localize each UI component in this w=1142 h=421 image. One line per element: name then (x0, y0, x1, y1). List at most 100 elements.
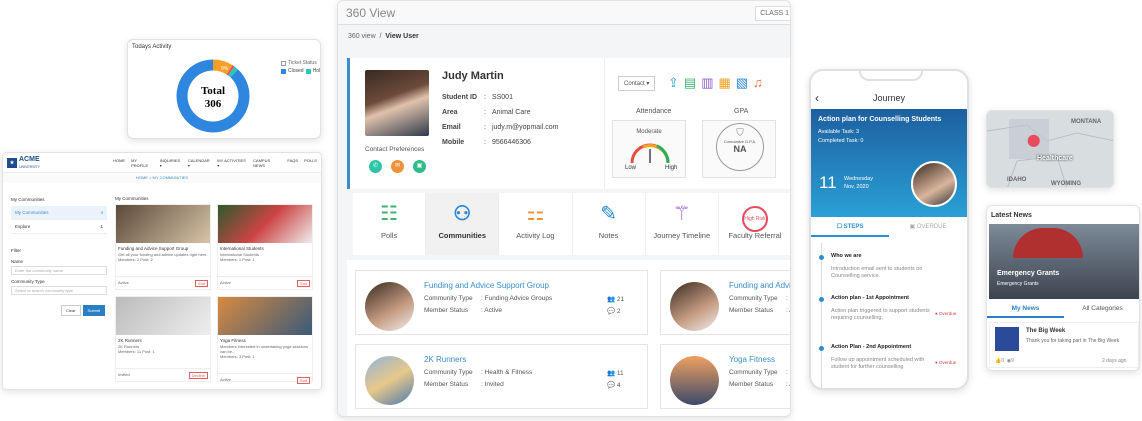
community-image (116, 297, 210, 335)
community-action-button[interactable]: Exit (297, 280, 310, 287)
notes-icon[interactable]: ▦ (719, 76, 731, 89)
legend-label: Hold (312, 68, 321, 74)
community-action-button[interactable]: Exit (195, 280, 208, 287)
tab-icon: ⚚ (672, 203, 691, 225)
tab-polls[interactable]: ☷ Polls (353, 193, 427, 255)
field-value: : Active (786, 381, 790, 388)
tab-my-news[interactable]: My News (987, 300, 1064, 318)
community-row[interactable]: Funding and Advice Support Group Communit… (660, 270, 790, 335)
step-desc: Follow up appointment scheduled with stu… (831, 357, 925, 370)
community-row[interactable]: Funding and Advice Support Group Communit… (355, 270, 648, 335)
community-meta: Members: 3 Post: 1 (220, 354, 255, 359)
profile-field: Student ID: SS001 (442, 94, 513, 101)
tab-activity-log[interactable]: ⚏ Activity Log (499, 193, 573, 255)
step-dot (819, 346, 824, 351)
news-card: Latest News Emergency Grants Emergency G… (986, 205, 1140, 371)
action-icons: ⇪ ▤ ▥ ▦ ▧ ♫ (668, 76, 763, 89)
tab-overdue[interactable]: ▣ OVERDUE (889, 217, 967, 237)
nav-item[interactable]: MY ACTIVITIES ▾ (217, 158, 247, 168)
tab-faculty-referral[interactable]: High Risk Faculty Referral (719, 193, 790, 255)
nav-item[interactable]: CALENDAR ▾ (188, 158, 211, 168)
phone-icon[interactable]: ✆ (369, 160, 382, 173)
portal-main: My Communities Funding and Advice Suppor… (115, 193, 315, 384)
posts-count: 💬 4 (607, 381, 621, 389)
community-name[interactable]: Funding and Advice Support Group (729, 281, 790, 290)
nav-item[interactable]: FAQS (287, 158, 298, 168)
news-item[interactable]: The Big Week Thank you for taking part i… (989, 322, 1139, 368)
tab-icon: High Risk (719, 193, 790, 232)
field-label: Community Type (424, 369, 473, 376)
community-row[interactable]: Yoga Fitness Community Type: Health & Fit… (660, 344, 790, 409)
field-value: 9566446306 (491, 139, 531, 146)
map-pin-icon[interactable]: ⬤ (1027, 133, 1040, 147)
step-desc: Introduction email sent to students on C… (831, 266, 923, 279)
sidebar-item[interactable]: My Communities 4 (11, 206, 107, 220)
nav-item[interactable]: POLLS (304, 158, 317, 168)
nav-item[interactable]: CAMPUS NEWS (253, 158, 281, 168)
acme-logo[interactable]: ★ ACME UNIVERSITY (7, 156, 103, 170)
submit-button[interactable]: Submit (82, 305, 105, 316)
plan-title: Action plan for Counselling Students (818, 116, 942, 123)
total-label: Total (201, 85, 225, 97)
community-image (218, 205, 312, 243)
community-row[interactable]: 2K Runners Community Type: Health & Fitne… (355, 344, 648, 409)
upload-icon[interactable]: ⇪ (668, 76, 679, 89)
journey-phone: ‹ Journey Action plan for Counselling St… (809, 69, 969, 390)
attendance-gauge: Moderate Low High (612, 120, 686, 178)
step-desc: Action plan triggered to support student… (831, 308, 930, 321)
breadcrumb-home[interactable]: HOME (136, 175, 148, 180)
activity-donut-chart: 9% Total306 (176, 59, 250, 133)
community-action-button[interactable]: Exit (297, 377, 310, 384)
journey-tabs: ☐ STEPS ▣ OVERDUE (811, 217, 967, 237)
field-value: : Active (786, 307, 790, 314)
legend-title: Ticket Status (288, 60, 317, 66)
chat-icon[interactable]: ✉ (391, 160, 404, 173)
community-name[interactable]: 2K Runners (424, 355, 466, 364)
field-sep: : (484, 109, 486, 116)
field-value: : Health & Fitness (786, 369, 790, 376)
tab-notes[interactable]: ✎ Notes (573, 193, 646, 255)
tab-label: Journey Timeline (653, 231, 711, 240)
nav-item[interactable]: INQUIRIES ▾ (160, 158, 182, 168)
tab-steps[interactable]: ☐ STEPS (811, 217, 889, 237)
clear-button[interactable]: Clear (60, 305, 81, 316)
bell-icon[interactable]: ♫ (753, 76, 763, 89)
community-name-input[interactable]: Enter the community name (11, 266, 107, 275)
community-name[interactable]: Funding and Advice Support Group (424, 281, 549, 290)
tab-label: Communities (438, 231, 487, 240)
nav-item[interactable]: MY PROFILE (131, 158, 154, 168)
posts-value: 2 (616, 308, 621, 315)
tab-journey-timeline[interactable]: ⚚ Journey Timeline (646, 193, 719, 255)
community-card[interactable]: Funding and Advice Support Group Get all … (115, 204, 211, 290)
nav-item[interactable]: HOME (113, 158, 125, 168)
community-name[interactable]: Yoga Fitness (729, 355, 775, 364)
portal-sidebar: My Communities My Communities 4 Explore 1 F… (11, 193, 107, 317)
community-meta: Members: 2 Post: 2 (118, 257, 153, 262)
id-card-icon[interactable]: ▥ (701, 76, 713, 89)
document-icon[interactable]: ▤ (684, 76, 696, 89)
news-hero-image[interactable]: Emergency Grants Emergency Grants (989, 224, 1139, 299)
community-action-button[interactable]: Decline (188, 372, 208, 379)
people-icon: 👥 (607, 370, 617, 377)
contact-dropdown[interactable]: Contact ▾ (618, 76, 656, 91)
gpa-badge: ⛉ Cumulative G.P.A. NA (702, 120, 776, 178)
community-card[interactable]: Yoga Fitness Members interested in undert… (217, 296, 313, 384)
community-card[interactable]: International Students International Stud… (217, 204, 313, 290)
class-button[interactable]: CLASS 1 (755, 6, 790, 21)
message-icon[interactable]: ▣ (413, 160, 426, 173)
sidebar-item[interactable]: Explore 1 (11, 220, 107, 234)
step-title[interactable]: Action plan - 1st Appointment (831, 295, 909, 301)
community-card[interactable]: 2K Runners 2K Runners Members: 11 Post: 1I… (115, 296, 211, 382)
step-title[interactable]: Who we are (831, 253, 862, 259)
file-icon[interactable]: ▧ (736, 76, 748, 89)
field-sep: : (484, 94, 486, 101)
tab-communities[interactable]: ⚇ Communities (426, 193, 500, 255)
community-type-select[interactable]: Select or search community type (11, 286, 107, 295)
bc-root[interactable]: 360 view (348, 33, 376, 40)
map-card[interactable]: MONTANA IDAHO WYOMING ⬤ Healthcare (986, 110, 1114, 188)
community-title: Funding and Advice Support Group (118, 246, 189, 251)
tab-all-categories[interactable]: All Categories (1064, 300, 1139, 318)
community-field: Member Status: Active (729, 381, 790, 388)
step-title[interactable]: Action Plan - 2nd Appointment (831, 344, 911, 350)
map-label: WYOMING (1051, 181, 1081, 187)
